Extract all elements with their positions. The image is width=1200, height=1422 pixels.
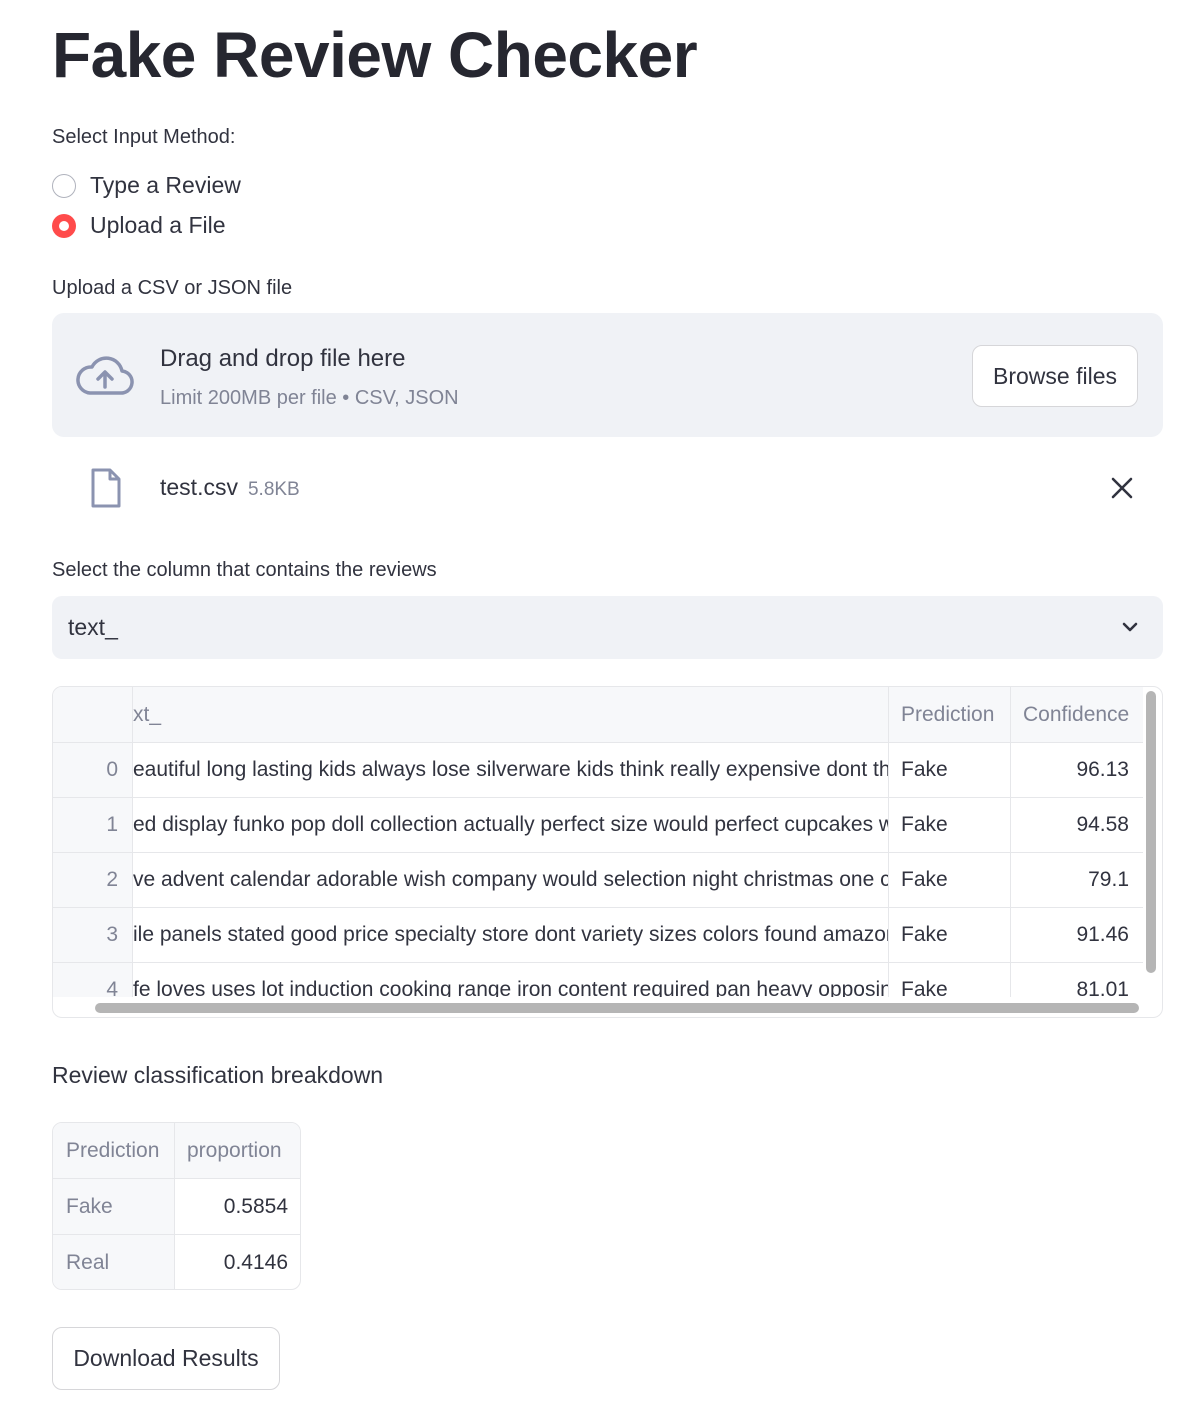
confidence-cell: 94.58 [1076, 813, 1129, 836]
breakdown-prediction: Real [53, 1235, 175, 1289]
index-header [53, 687, 133, 742]
review-text: ve advent calendar adorable wish company… [133, 868, 889, 891]
horizontal-scrollbar[interactable] [95, 1003, 1139, 1013]
row-index: 3 [53, 908, 133, 962]
review-text-cell: eautiful long lasting kids always lose s… [133, 743, 889, 797]
table-row[interactable]: 2 ve advent calendar adorable wish compa… [53, 853, 1143, 908]
column-header-text-label: xt_ [133, 702, 162, 726]
browse-files-button[interactable]: Browse files [972, 345, 1138, 407]
table-row[interactable]: 4 fe loves uses lot induction cooking ra… [53, 963, 1143, 997]
download-results-button[interactable]: Download Results [52, 1327, 280, 1390]
prediction-cell: Fake [889, 798, 1011, 852]
review-text: fe loves uses lot induction cooking rang… [133, 978, 889, 997]
review-text-cell: ve advent calendar adorable wish company… [133, 853, 889, 907]
radio-unchecked-icon[interactable] [52, 173, 76, 198]
breakdown-proportion: 0.4146 [223, 1251, 288, 1274]
radio-type-review[interactable]: Type a Review [52, 172, 241, 199]
confidence-cell: 96.13 [1076, 758, 1129, 781]
breakdown-label: Review classification breakdown [52, 1062, 384, 1088]
file-icon [91, 468, 121, 508]
vertical-scrollbar[interactable] [1146, 691, 1156, 973]
results-dataframe[interactable]: xt_ Prediction Confidence 0 eautiful lon… [52, 686, 1163, 1018]
breakdown-proportion: 0.5854 [223, 1194, 288, 1218]
table-row[interactable]: 0 eautiful long lasting kids always lose… [53, 743, 1143, 798]
column-select-label: Select the column that contains the revi… [52, 559, 437, 581]
review-text: eautiful long lasting kids always lose s… [133, 758, 889, 781]
review-text: ed display funko pop doll collection act… [133, 813, 889, 836]
table-row[interactable]: 1 ed display funko pop doll collection a… [53, 798, 1143, 853]
uploaded-file-row: test.csv 5.8KB [52, 466, 1163, 512]
file-name: test.csv 5.8KB [160, 474, 300, 501]
radio-checked-icon[interactable] [52, 213, 76, 238]
review-text-cell: fe loves uses lot induction cooking rang… [133, 963, 889, 997]
chevron-down-icon [1122, 622, 1138, 632]
prediction-cell: Fake [889, 743, 1011, 797]
breakdown-header-prediction[interactable]: Prediction [53, 1123, 175, 1178]
review-text-cell: ile panels stated good price specialty s… [133, 908, 889, 962]
dropzone-title: Drag and drop file here [160, 345, 406, 372]
page-title: Fake Review Checker [52, 19, 698, 91]
file-size: 5.8KB [247, 479, 300, 500]
row-index: 0 [53, 743, 133, 797]
breakdown-prediction: Fake [53, 1179, 175, 1234]
row-index: 2 [53, 853, 133, 907]
row-index: 4 [53, 963, 133, 997]
cloud-upload-icon [76, 356, 134, 395]
table-row: Fake 0.5854 [53, 1179, 300, 1235]
file-dropzone[interactable]: Drag and drop file here Limit 200MB per … [52, 313, 1163, 437]
table-row: Real 0.4146 [53, 1235, 300, 1289]
column-header-confidence[interactable]: Confidence [1011, 687, 1143, 742]
input-method-label: Select Input Method: [52, 126, 236, 148]
prediction-cell: Fake [889, 908, 1011, 962]
table-header-row: xt_ Prediction Confidence [53, 687, 1143, 743]
file-name-text: test.csv [160, 474, 238, 500]
table-row[interactable]: 3 ile panels stated good price specialty… [53, 908, 1143, 963]
close-icon[interactable] [1108, 474, 1136, 502]
column-header-text[interactable]: xt_ [133, 687, 889, 742]
row-index: 1 [53, 798, 133, 852]
radio-label-type-review: Type a Review [90, 172, 241, 198]
dropzone-subtitle: Limit 200MB per file • CSV, JSON [160, 387, 459, 409]
column-header-prediction[interactable]: Prediction [889, 687, 1011, 742]
prediction-cell: Fake [889, 963, 1011, 997]
breakdown-header-proportion[interactable]: proportion [175, 1123, 300, 1178]
confidence-cell: 79.1 [1088, 868, 1129, 891]
review-text-cell: ed display funko pop doll collection act… [133, 798, 889, 852]
review-text: ile panels stated good price specialty s… [133, 923, 889, 946]
breakdown-table: Prediction proportion Fake 0.5854 Real 0… [52, 1122, 301, 1290]
column-select[interactable]: text_ [52, 596, 1163, 659]
radio-label-upload-file: Upload a File [90, 212, 226, 238]
uploader-label: Upload a CSV or JSON file [52, 277, 293, 299]
column-select-value: text_ [68, 614, 118, 640]
confidence-cell: 91.46 [1076, 923, 1129, 946]
breakdown-header-row: Prediction proportion [53, 1123, 300, 1179]
radio-upload-file[interactable]: Upload a File [52, 212, 226, 239]
prediction-cell: Fake [889, 853, 1011, 907]
confidence-cell: 81.01 [1076, 978, 1129, 997]
